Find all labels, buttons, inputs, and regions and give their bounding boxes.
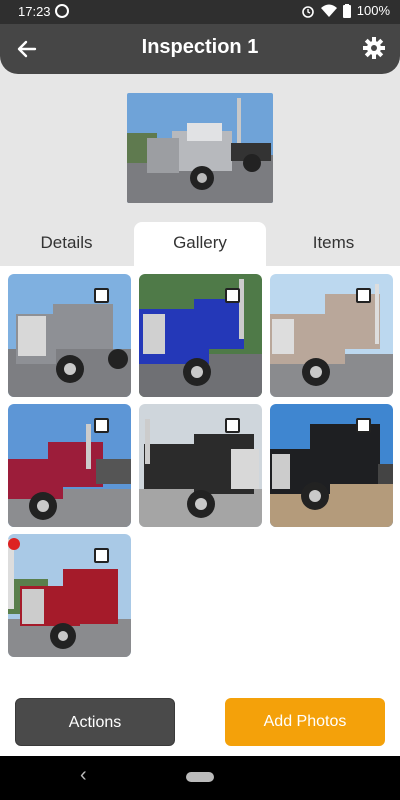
add-photos-button[interactable]: Add Photos (225, 698, 385, 746)
action-bar: Actions Add Photos (0, 690, 400, 756)
select-checkbox[interactable] (225, 288, 240, 303)
gallery-photo[interactable] (8, 274, 131, 397)
home-pill-icon[interactable] (186, 772, 214, 782)
truck-photo (8, 274, 131, 397)
photo-gallery (0, 266, 400, 690)
tab-gallery[interactable]: Gallery (134, 222, 266, 266)
select-checkbox[interactable] (356, 418, 371, 433)
gallery-photo[interactable] (8, 404, 131, 527)
truck-photo (8, 404, 131, 527)
tab-items[interactable]: Items (267, 222, 400, 266)
gallery-photo[interactable] (139, 274, 262, 397)
alarm-icon (301, 5, 314, 18)
truck-photo (8, 534, 131, 657)
select-checkbox[interactable] (225, 418, 240, 433)
truck-photo (139, 404, 262, 527)
truck-photo (270, 404, 393, 527)
status-bar: 17:23 100% (0, 0, 400, 24)
truck-photo (139, 274, 262, 397)
select-checkbox[interactable] (94, 548, 109, 563)
tab-details[interactable]: Details (0, 222, 133, 266)
gallery-photo[interactable] (270, 404, 393, 527)
inspection-cover-photo[interactable] (127, 93, 273, 203)
battery-icon (342, 3, 351, 18)
wifi-icon (320, 4, 337, 17)
truck-photo (270, 274, 393, 397)
gallery-photo[interactable] (8, 534, 131, 657)
settings-button[interactable] (360, 34, 388, 62)
gallery-photo[interactable] (270, 274, 393, 397)
actions-button[interactable]: Actions (15, 698, 175, 746)
nav-back-icon[interactable]: ‹ (80, 764, 87, 787)
gallery-photo[interactable] (139, 404, 262, 527)
app-bar: Inspection 1 (0, 24, 400, 74)
status-icons: 100% (301, 3, 390, 18)
status-time: 17:23 (18, 4, 51, 19)
sync-icon (55, 4, 69, 18)
truck-photo (127, 93, 273, 203)
select-checkbox[interactable] (94, 288, 109, 303)
system-nav-bar: ‹ (0, 756, 400, 800)
battery-percent: 100% (356, 3, 390, 18)
tab-bar: Details Gallery Items (0, 222, 400, 266)
gear-icon (363, 37, 385, 59)
select-checkbox[interactable] (356, 288, 371, 303)
page-title: Inspection 1 (141, 36, 259, 58)
select-checkbox[interactable] (94, 418, 109, 433)
